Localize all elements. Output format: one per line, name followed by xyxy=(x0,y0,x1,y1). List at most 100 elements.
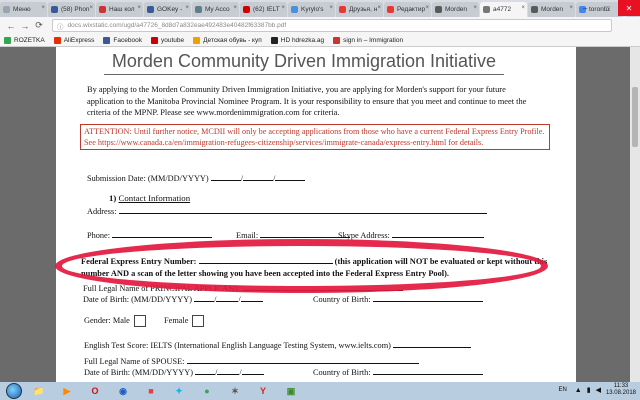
section-heading: 1) Contact Information xyxy=(109,193,190,203)
submission-date-field: Submission Date: (MM/DD/YYYY) / / xyxy=(87,173,306,183)
spouse-dob-day-line[interactable] xyxy=(217,367,240,375)
bookmark-item[interactable]: AliExpress xyxy=(53,36,94,44)
reload-button[interactable]: ⟳ xyxy=(32,20,46,31)
spouse-name-label: Full Legal Name of SPOUSE: xyxy=(84,357,185,366)
tab-label: Morden xyxy=(445,6,468,13)
tab-label: Kyrylo's xyxy=(301,6,324,13)
yandex-icon[interactable]: Y xyxy=(252,384,274,399)
minimize-button[interactable]: – xyxy=(574,0,596,16)
submission-year-line[interactable] xyxy=(275,173,306,181)
bookmark-item[interactable]: Facebook xyxy=(103,36,142,44)
chrome-icon[interactable]: ● xyxy=(196,384,218,399)
network-icon[interactable]: ▮ xyxy=(587,386,591,394)
info-icon[interactable]: ⓘ xyxy=(57,21,64,31)
address-field: Address: xyxy=(87,206,487,216)
address-input[interactable]: ⓘ docs.wixstatic.com/ugd/a47726_8d8d7a83… xyxy=(52,19,612,32)
language-indicator[interactable]: EN xyxy=(558,387,566,393)
bookmark-item[interactable]: ROZETKA xyxy=(4,36,45,44)
red-highlight-annotation xyxy=(55,239,548,293)
close-tab-icon[interactable]: × xyxy=(473,5,477,11)
pdf-page: Morden Community Driven Immigration Init… xyxy=(55,47,576,382)
browser-tab[interactable]: GOKey - × xyxy=(144,2,191,17)
browser-tab[interactable]: Меню × xyxy=(0,2,47,17)
browser-tab[interactable]: Друзья, н × xyxy=(336,2,383,17)
start-button[interactable] xyxy=(6,383,22,399)
browser-tab[interactable]: a4772 × xyxy=(480,2,527,17)
browser-tab[interactable]: Morden × xyxy=(528,2,575,17)
male-checkbox[interactable] xyxy=(133,315,146,327)
principal-dob-year-line[interactable] xyxy=(240,294,263,302)
submission-month-line[interactable] xyxy=(210,173,241,181)
favicon-icon xyxy=(435,6,442,13)
gender-field: Gender: Male Female xyxy=(84,315,205,327)
principal-dob-month-line[interactable] xyxy=(194,294,215,302)
female-checkbox[interactable] xyxy=(192,315,205,327)
back-button[interactable]: ← xyxy=(4,21,18,31)
volume-icon[interactable]: ◀ xyxy=(596,386,601,394)
phone-line[interactable] xyxy=(112,230,213,238)
email-line[interactable] xyxy=(260,230,351,238)
browser-tab[interactable]: Kyrylo's × xyxy=(288,2,335,17)
opera-icon[interactable]: O xyxy=(84,384,106,399)
browser-tab[interactable]: (62) IELT × xyxy=(240,2,287,17)
window-controls: – □ ✕ xyxy=(574,0,640,16)
browser-tab[interactable]: Редактир × xyxy=(384,2,431,17)
spouse-dob-year-line[interactable] xyxy=(241,367,264,375)
vertical-scrollbar[interactable] xyxy=(630,47,640,382)
close-tab-icon[interactable]: × xyxy=(41,5,45,11)
skype-line[interactable] xyxy=(391,230,484,238)
spouse-dob-month-line[interactable] xyxy=(195,367,216,375)
section-number: 1) xyxy=(109,193,117,203)
maximize-button[interactable]: □ xyxy=(596,0,618,16)
tab-strip: Меню × (58) Phon × Наш кол × GOKey - × My Acco ×… xyxy=(0,0,640,17)
close-tab-icon[interactable]: × xyxy=(377,5,381,11)
browser-tab[interactable]: Наш кол × xyxy=(96,2,143,17)
close-tab-icon[interactable]: × xyxy=(233,5,237,11)
favicon-icon xyxy=(243,6,250,13)
pdf-viewer[interactable]: Morden Community Driven Immigration Init… xyxy=(0,47,640,382)
scrollbar-thumb[interactable] xyxy=(632,87,638,147)
tab-label: a4772 xyxy=(493,6,512,13)
app-star-icon[interactable]: ✶ xyxy=(224,384,246,399)
bookmark-item[interactable]: sign in – Immigration xyxy=(333,36,404,44)
section-title: Contact Information xyxy=(118,193,191,203)
app-red-icon[interactable]: ■ xyxy=(140,384,162,399)
spouse-country-line[interactable] xyxy=(372,367,483,375)
bookmark-item[interactable]: HD hdrezka.ag xyxy=(270,36,324,44)
tab-label: GOKey - xyxy=(157,6,183,13)
phone-label: Phone: xyxy=(87,231,111,240)
forward-button[interactable]: → xyxy=(18,21,32,31)
submission-day-line[interactable] xyxy=(243,173,274,181)
close-tab-icon[interactable]: × xyxy=(569,5,573,11)
browser-tab[interactable]: (58) Phon × xyxy=(48,2,95,17)
favicon-icon xyxy=(483,6,490,13)
bookmark-item[interactable]: Детская обувь - куп xyxy=(193,36,262,44)
explorer-icon[interactable]: 📁 xyxy=(28,384,50,399)
close-tab-icon[interactable]: × xyxy=(281,5,285,11)
bookmark-label: sign in – Immigration xyxy=(343,36,404,44)
media-icon[interactable]: ▶ xyxy=(56,384,78,399)
kodi-icon[interactable]: ✦ xyxy=(168,384,190,399)
close-tab-icon[interactable]: × xyxy=(89,5,93,11)
address-line[interactable] xyxy=(118,206,487,214)
close-tab-icon[interactable]: × xyxy=(185,5,189,11)
favicon-icon xyxy=(99,6,106,13)
close-tab-icon[interactable]: × xyxy=(329,5,333,11)
close-tab-icon[interactable]: × xyxy=(425,5,429,11)
app-blue-icon[interactable]: ◉ xyxy=(112,384,134,399)
bookmark-label: ROZETKA xyxy=(14,36,45,44)
english-test-line[interactable] xyxy=(393,340,472,348)
close-tab-icon[interactable]: × xyxy=(137,5,141,11)
clock[interactable]: 11:33 13.08.2018 xyxy=(606,383,636,397)
browser-tab[interactable]: My Acco × xyxy=(192,2,239,17)
principal-dob-day-line[interactable] xyxy=(216,294,239,302)
spouse-name-line[interactable] xyxy=(186,356,419,364)
principal-country-line[interactable] xyxy=(372,294,483,302)
browser-tab[interactable]: Morden × xyxy=(432,2,479,17)
bookmark-item[interactable]: youtube xyxy=(150,36,184,44)
app-green-icon[interactable]: ▣ xyxy=(280,384,302,399)
tab-label: My Acco xyxy=(205,6,230,13)
close-tab-icon[interactable]: × xyxy=(521,5,525,11)
close-window-button[interactable]: ✕ xyxy=(618,0,640,16)
chevron-up-icon[interactable]: ▲ xyxy=(575,387,582,394)
